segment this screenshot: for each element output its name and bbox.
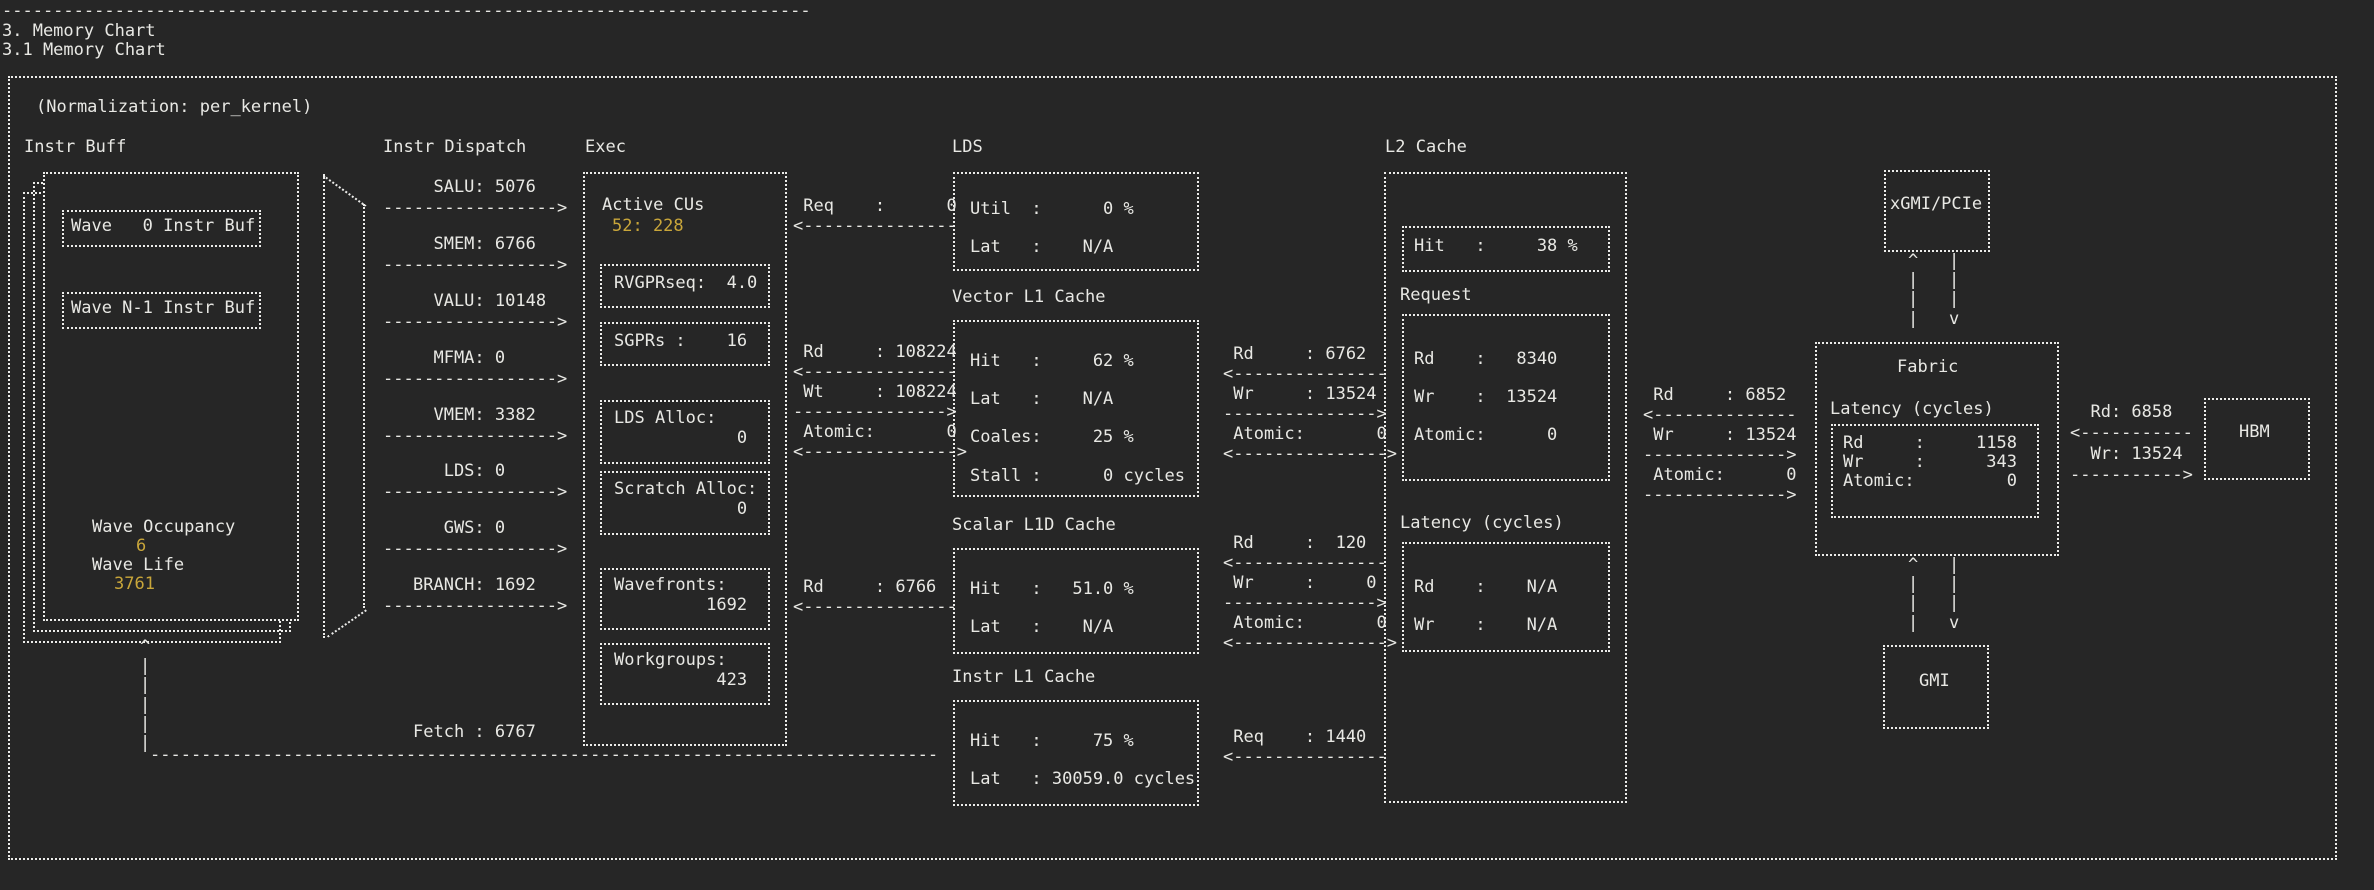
fabric-title: Fabric — [1897, 358, 1958, 377]
fetch-up-arrow: ^ | | | | | — [140, 638, 150, 753]
fabric-gmi-updown-arrows: ^ | | | | | | v — [1908, 556, 1959, 633]
dispatch-arrow-salu: -----------------> — [383, 199, 567, 218]
xgmi-fabric-updown-arrows: ^ | | | | | | v — [1908, 252, 1959, 329]
dispatch-row-smem: SMEM: 6766 — [413, 235, 536, 254]
xgmi-pcie-label: xGMI/PCIe — [1890, 195, 1982, 214]
dispatch-row-vmem: VMEM: 3382 — [413, 406, 536, 425]
dispatch-arrow-gws: -----------------> — [383, 540, 567, 559]
top-separator: ----------------------------------------… — [2, 2, 811, 21]
instr-l1-title: Instr L1 Cache — [952, 668, 1095, 687]
wave-occupancy-value: 6 — [136, 537, 146, 556]
lds-stats: Util : 0 % Lat : N/A — [970, 190, 1134, 266]
wave-0-instr-buf-label: Wave 0 Instr Buf — [71, 217, 255, 236]
dispatch-row-branch: BRANCH: 1692 — [413, 576, 536, 595]
l2-hit-value: Hit : 38 % — [1414, 237, 1578, 256]
l2-latency-label: Latency (cycles) — [1400, 514, 1564, 533]
wave-life-value: 3761 — [114, 575, 155, 594]
hbm-label: HBM — [2239, 423, 2270, 442]
arrow-lds-req: Req : 0 <--------------- — [793, 196, 957, 236]
wavefronts-value: Wavefronts: 1692 — [614, 575, 747, 615]
workgroups-value: Workgroups: 423 — [614, 650, 747, 690]
dispatch-arrow-lds: -----------------> — [383, 483, 567, 502]
arrow-scalar-l1d-exec: Rd : 6766 <--------------- — [793, 577, 957, 617]
lds-alloc-value: LDS Alloc: 0 — [614, 408, 747, 448]
dispatch-arrow-mfma: -----------------> — [383, 370, 567, 389]
section-header-exec: Exec — [585, 138, 626, 157]
vector-l1-stats: Hit : 62 % Lat : N/A Coales: 25 % Stall … — [970, 342, 1185, 495]
wave-occupancy-label: Wave Occupancy — [92, 518, 235, 537]
section-header-instr-buff: Instr Buff — [24, 138, 126, 157]
arrow-l2-scalar-l1d: Rd : 120 <--------------- Wr : 0 -------… — [1223, 533, 1397, 653]
normalization-label: (Normalization: per_kernel) — [36, 98, 312, 117]
dispatch-arrow-smem: -----------------> — [383, 256, 567, 275]
l2-request-label: Request — [1400, 286, 1472, 305]
instr-l1-stats: Hit : 75 % Lat : 30059.0 cycles — [970, 722, 1195, 798]
dispatch-arrow-valu: -----------------> — [383, 313, 567, 332]
dispatch-arrow-vmem: -----------------> — [383, 427, 567, 446]
wave-life-label: Wave Life — [92, 556, 184, 575]
active-cus-label: Active CUs — [602, 196, 704, 215]
dispatch-row-lds: LDS: 0 — [413, 462, 505, 481]
dispatch-channel-left-line — [323, 174, 325, 638]
section-header-l2-cache: L2 Cache — [1385, 138, 1467, 157]
fetch-label: Fetch : 6767 — [413, 723, 536, 742]
arrow-l2-instr-l1: Req : 1440 <--------------- — [1223, 727, 1387, 767]
page-subtitle: 3.1 Memory Chart — [2, 41, 166, 60]
vector-l1-title: Vector L1 Cache — [952, 288, 1106, 307]
gmi-label: GMI — [1919, 672, 1950, 691]
page-title: 3. Memory Chart — [2, 22, 156, 41]
vgpr-value: RVGPRseq: 4.0 — [614, 274, 757, 293]
scratch-alloc-value: Scratch Alloc: 0 — [614, 479, 757, 519]
arrow-hbm-fabric: Rd: 6858 <----------- Wr: 13524 --------… — [2070, 402, 2193, 486]
sgpr-value: SGPRs : 16 — [614, 332, 747, 351]
dispatch-channel-right-line — [363, 204, 365, 608]
dispatch-arrow-branch: -----------------> — [383, 597, 567, 616]
arrow-vector-l1-exec: Rd : 108224 <--------------- Wt : 108224… — [793, 342, 967, 462]
arrow-l2-vector-l1: Rd : 6762 <--------------- Wr : 13524 --… — [1223, 344, 1397, 464]
arrow-fabric-l2: Rd : 6852 <-------------- Wr : 13524 ---… — [1643, 385, 1797, 505]
l2-latency-values: Rd : N/A Wr : N/A — [1414, 568, 1557, 644]
dispatch-row-gws: GWS: 0 — [413, 519, 505, 538]
l2-request-values: Rd : 8340 Wr : 13524 Atomic: 0 — [1414, 340, 1557, 455]
scalar-l1d-stats: Hit : 51.0 % Lat : N/A — [970, 570, 1134, 646]
section-header-instr-dispatch: Instr Dispatch — [383, 138, 526, 157]
fetch-line: ----------------------------------------… — [150, 746, 938, 765]
fabric-latency-values: Rd : 1158 Wr : 343 Atomic: 0 — [1843, 434, 2017, 492]
dispatch-row-valu: VALU: 10148 — [413, 292, 546, 311]
fabric-latency-label: Latency (cycles) — [1830, 400, 1994, 419]
dispatch-row-salu: SALU: 5076 — [413, 178, 536, 197]
active-cus-value: 52: 228 — [612, 217, 684, 236]
scalar-l1d-title: Scalar L1D Cache — [952, 516, 1116, 535]
wave-n1-instr-buf-label: Wave N-1 Instr Buf — [71, 299, 255, 318]
section-header-lds: LDS — [952, 138, 983, 157]
terminal: { "colors": { "background": "#262626", "… — [0, 0, 2374, 890]
dispatch-row-mfma: MFMA: 0 — [413, 349, 505, 368]
